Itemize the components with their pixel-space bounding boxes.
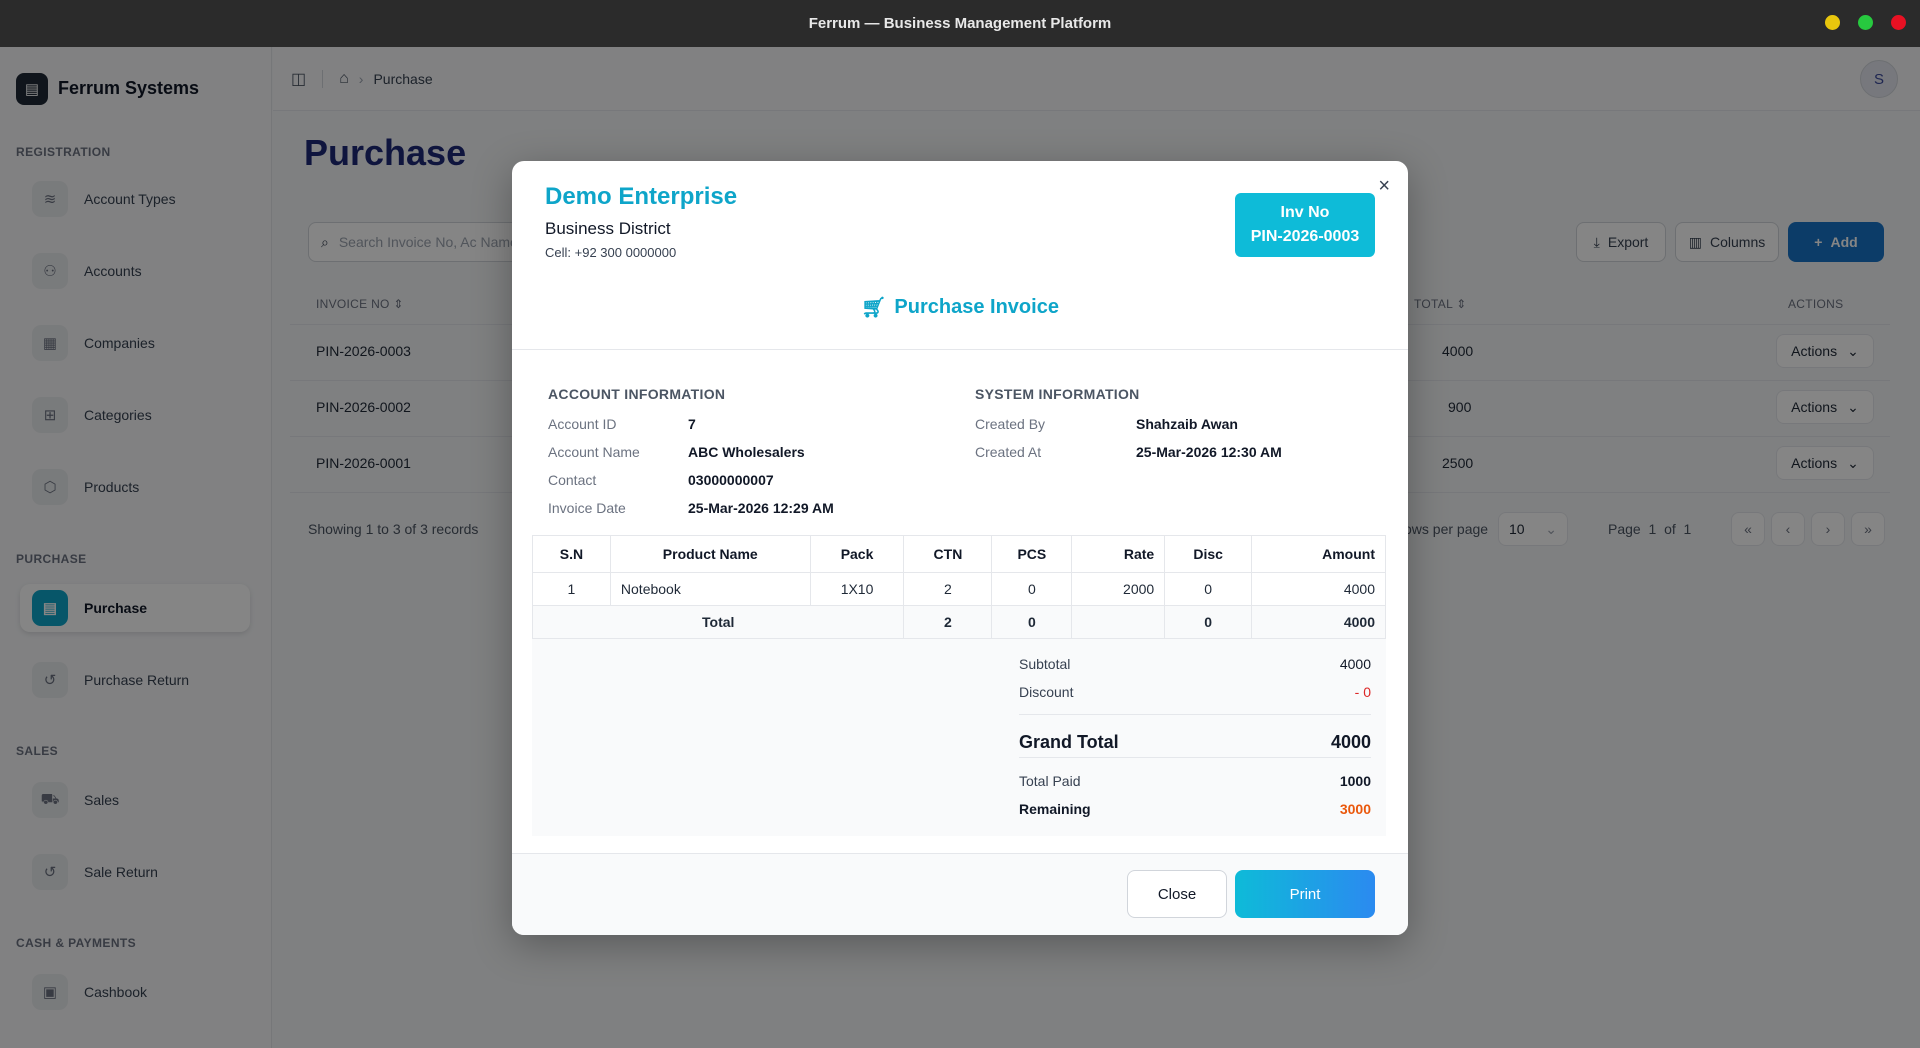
column-header: Amount xyxy=(1251,535,1386,573)
grand-total-value: 4000 xyxy=(1330,732,1371,752)
subtotal-value: 4000 xyxy=(1339,656,1371,672)
info-value: 03000000007 xyxy=(688,472,774,488)
company-cell: Cell: +92 300 0000000 xyxy=(545,245,677,260)
close-icon[interactable]: × xyxy=(1378,175,1390,198)
invoice-items-table: S.N Product Name Pack CTN PCS Rate Disc … xyxy=(531,535,1386,639)
column-header: PCS xyxy=(991,535,1073,573)
close-button[interactable]: Close xyxy=(1127,870,1227,918)
info-value: 25-Mar-2026 12:30 AM xyxy=(1136,444,1282,460)
window-controls xyxy=(1825,15,1906,30)
info-label: Invoice Date xyxy=(548,500,626,516)
discount-value: - 0 xyxy=(1354,684,1371,700)
invoice-number-label: Inv No xyxy=(1280,204,1330,221)
remaining-value: 3000 xyxy=(1339,801,1371,817)
total-ctn: 2 xyxy=(903,605,993,639)
invoice-heading-text: Purchase Invoice xyxy=(894,296,1059,318)
column-header: Pack xyxy=(809,535,905,573)
info-value: 25-Mar-2026 12:29 AM xyxy=(688,500,834,516)
window-title: Ferrum — Business Management Platform xyxy=(808,15,1112,32)
system-info-title: SYSTEM INFORMATION xyxy=(975,386,1140,402)
table-cell: 0 xyxy=(991,572,1073,606)
info-label: Contact xyxy=(548,472,597,488)
divider xyxy=(1019,714,1371,715)
table-header-row: S.N Product Name Pack CTN PCS Rate Disc … xyxy=(532,535,1386,573)
table-cell: 1 xyxy=(532,572,611,606)
print-button[interactable]: Print xyxy=(1235,870,1375,918)
info-card: ACCOUNT INFORMATION Account ID 7 Account… xyxy=(532,366,1386,536)
total-disc: 0 xyxy=(1164,605,1253,639)
maximize-button[interactable] xyxy=(1858,15,1873,30)
info-value: 7 xyxy=(688,416,696,432)
table-total-row: Total 2 0 0 4000 xyxy=(531,605,1386,639)
table-cell: 0 xyxy=(1164,572,1253,606)
table-cell: 1X10 xyxy=(809,572,905,606)
modal-footer: Close Print xyxy=(512,853,1408,935)
company-address: Business District xyxy=(545,219,671,238)
column-header: S.N xyxy=(532,535,611,573)
discount-row: Discount - 0 xyxy=(1019,684,1371,700)
close-window-button[interactable] xyxy=(1891,15,1906,30)
discount-label: Discount xyxy=(1019,684,1074,700)
info-value: ABC Wholesalers xyxy=(688,444,805,460)
window-titlebar: Ferrum — Business Management Platform xyxy=(0,0,1920,47)
divider xyxy=(1019,757,1371,758)
total-amount: 4000 xyxy=(1251,605,1386,639)
info-label: Created At xyxy=(975,444,1042,460)
grand-total-label: Grand Total xyxy=(1019,732,1119,752)
company-name: Demo Enterprise xyxy=(545,183,738,210)
column-header: Rate xyxy=(1071,535,1166,573)
divider xyxy=(512,349,1408,350)
invoice-number: PIN-2026-0003 xyxy=(1250,228,1360,245)
grand-total-row: Grand Total 4000 xyxy=(1019,732,1371,753)
total-pcs: 0 xyxy=(991,605,1073,639)
cart-icon: 🛒︎ xyxy=(861,297,887,319)
remaining-label: Remaining xyxy=(1019,801,1091,817)
total-paid-value: 1000 xyxy=(1339,773,1371,789)
info-label: Created By xyxy=(975,416,1046,432)
column-header: Product Name xyxy=(609,535,811,573)
total-label: Total xyxy=(531,605,905,639)
total-paid-row: Total Paid 1000 xyxy=(1019,773,1371,789)
table-cell: 2000 xyxy=(1071,572,1166,606)
table-row: 1 Notebook 1X10 2 0 2000 0 4000 xyxy=(532,572,1386,606)
info-value: Shahzaib Awan xyxy=(1136,416,1238,432)
column-header: CTN xyxy=(903,535,993,573)
subtotal-label: Subtotal xyxy=(1019,656,1071,672)
account-info-title: ACCOUNT INFORMATION xyxy=(548,386,726,402)
table-cell: 4000 xyxy=(1251,572,1386,606)
total-paid-label: Total Paid xyxy=(1019,773,1081,789)
remaining-row: Remaining 3000 xyxy=(1019,801,1371,817)
column-header: Disc xyxy=(1164,535,1253,573)
info-label: Account ID xyxy=(548,416,617,432)
invoice-number-badge: Inv No PIN-2026-0003 xyxy=(1235,193,1375,257)
invoice-heading: 🛒︎ Purchase Invoice xyxy=(512,295,1408,320)
total-rate xyxy=(1071,605,1166,639)
minimize-button[interactable] xyxy=(1825,15,1840,30)
subtotal-row: Subtotal 4000 xyxy=(1019,656,1371,672)
invoice-modal: × Demo Enterprise Business District Cell… xyxy=(512,161,1408,935)
info-label: Account Name xyxy=(548,444,640,460)
table-cell: 2 xyxy=(903,572,993,606)
table-cell: Notebook xyxy=(609,572,811,606)
